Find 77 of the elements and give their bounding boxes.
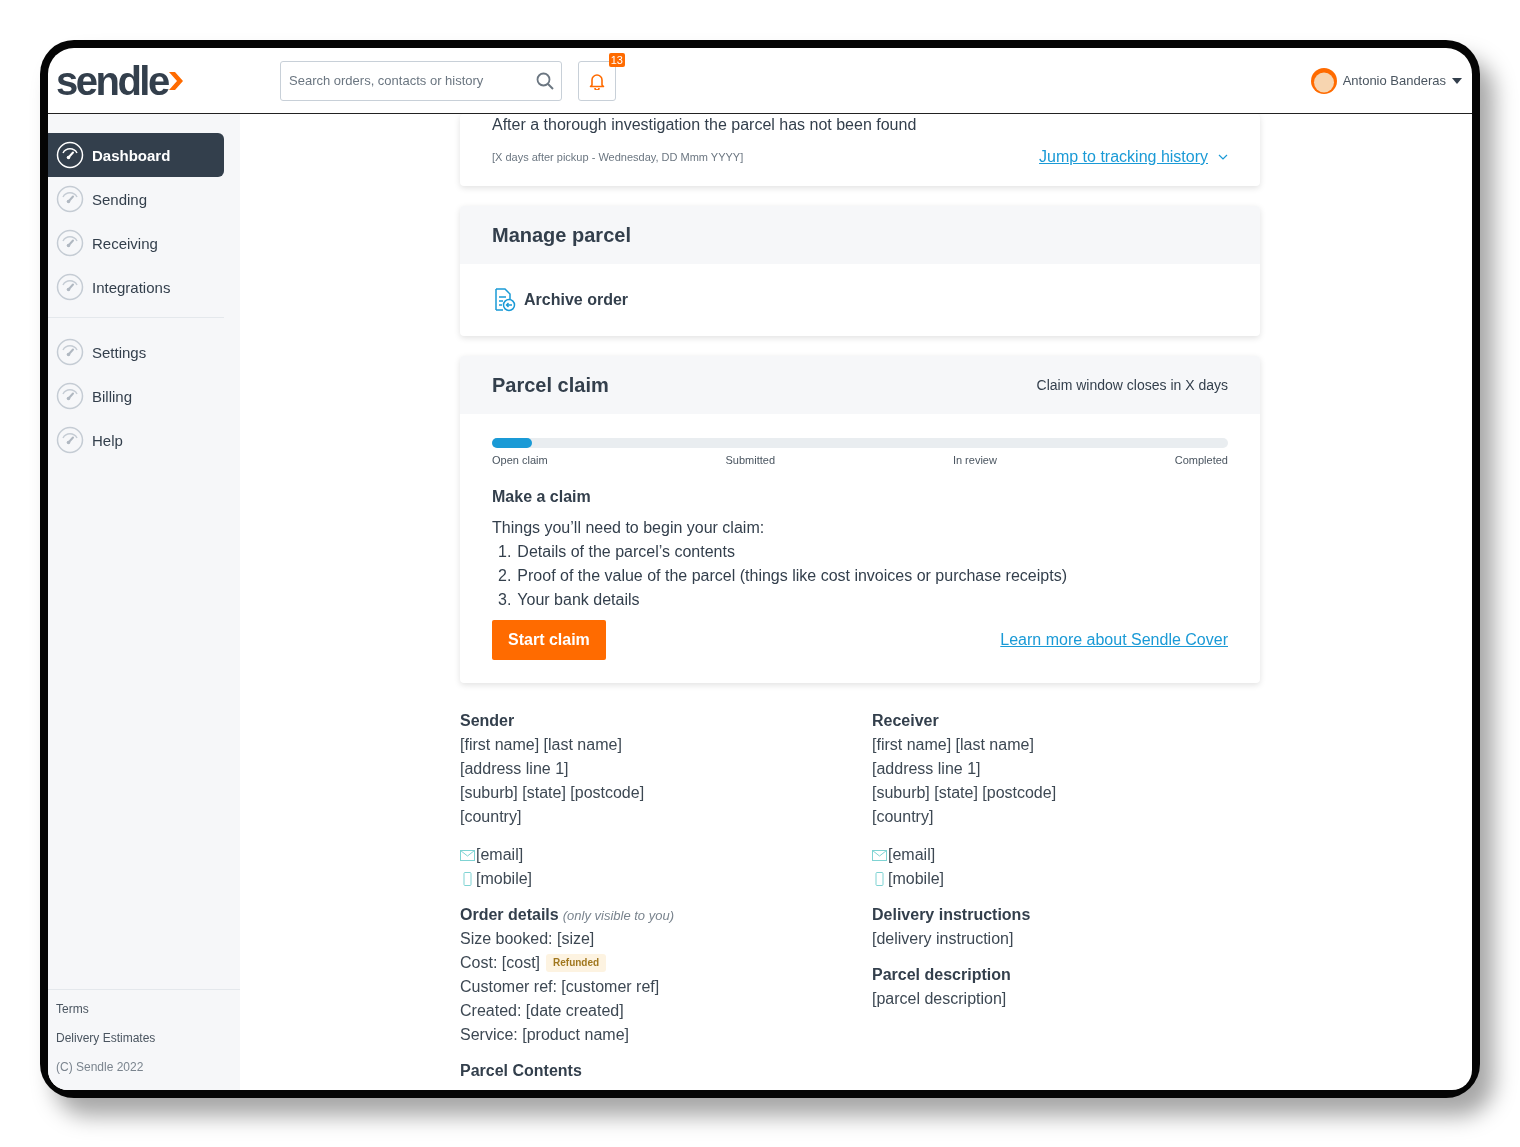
sidebar-item[interactable]: Receiving <box>48 221 224 265</box>
phone-icon <box>872 872 887 886</box>
sidebar-item[interactable]: Integrations <box>48 265 224 309</box>
detail-text: [parcel description] <box>872 989 1007 1009</box>
section-heading: Make a claim <box>492 488 592 506</box>
section-title: Receiver <box>872 711 939 731</box>
email-text: [email] <box>476 845 524 865</box>
section-title: Parcel Contents <box>460 1061 582 1081</box>
search-icon <box>536 71 554 90</box>
claim-window-text: Claim window closes in X days <box>1036 377 1228 393</box>
sidebar-item[interactable]: Dashboard <box>48 133 224 177</box>
section-title: Delivery instructions <box>872 905 1031 925</box>
step-label: In review <box>952 454 997 466</box>
detail-text: Customer ref: [customer ref] <box>460 977 660 997</box>
detail-text: [first name] [last name] <box>460 735 622 755</box>
gauge-icon <box>56 382 84 410</box>
list-item-text: Proof of the value of the parcel (things like cost invoices or purchase receipts) <box>517 566 1067 586</box>
card-title: Manage parcel <box>492 223 631 247</box>
list-item-text: Details of the parcel’s contents <box>517 542 735 562</box>
avatar-icon <box>1310 67 1337 94</box>
list-item-text: Your bank details <box>517 590 640 610</box>
detail-text: [address line 1] <box>872 759 981 779</box>
detail-text: [address line 1] <box>460 759 569 779</box>
gauge-icon <box>56 426 84 454</box>
detail-text: Cost: [cost] <box>460 953 541 973</box>
logo-text: sendle <box>56 60 168 101</box>
step-label: Open claim <box>492 454 548 466</box>
gauge-icon <box>56 229 84 257</box>
step-label: Submitted <box>725 454 776 466</box>
copyright-text: (C) Sendle 2022 <box>56 1060 145 1074</box>
footer-link[interactable]: Delivery Estimates <box>56 1031 240 1045</box>
search-field[interactable]: Search orders, contacts or history <box>280 60 562 101</box>
step-label: Completed <box>1174 454 1228 466</box>
detail-text: [delivery instruction] <box>872 929 1014 949</box>
document-arrow-icon <box>492 288 516 312</box>
mobile-text: [mobile] <box>888 869 945 889</box>
list-number: 1. <box>498 542 512 562</box>
footer-link[interactable]: Terms <box>56 1002 240 1016</box>
logo[interactable]: sendle <box>56 60 280 101</box>
sidebar-item[interactable]: Billing <box>48 374 224 418</box>
sidebar-item[interactable]: Sending <box>48 177 224 221</box>
envelope-icon <box>872 849 887 861</box>
detail-text: Service: [product name] <box>460 1025 629 1045</box>
gauge-icon <box>56 273 84 301</box>
list-number: 2. <box>498 566 512 586</box>
detail-text: Size booked: [size] <box>460 929 595 949</box>
detail-text: Created: [date created] <box>460 1001 624 1021</box>
email-text: [email] <box>888 845 936 865</box>
list-number: 3. <box>498 590 512 610</box>
section-title: Parcel description <box>872 965 1011 985</box>
notification-count: 13 <box>608 52 625 67</box>
envelope-icon <box>460 849 475 861</box>
detail-text: [country] <box>872 807 934 827</box>
card-title: Parcel claim <box>492 373 609 397</box>
status-badge: Refunded <box>546 954 607 972</box>
chevron-down-icon <box>1218 154 1228 160</box>
mobile-text: [mobile] <box>476 869 533 889</box>
bell-icon <box>589 71 605 90</box>
gauge-icon <box>56 338 84 366</box>
detail-text: [suburb] [state] [postcode] <box>460 783 645 803</box>
detail-text: [suburb] [state] [postcode] <box>872 783 1057 803</box>
caret-icon <box>1452 77 1462 84</box>
section-title: Sender <box>460 711 515 731</box>
intro-text: Things you’ll need to begin your claim: <box>492 518 766 538</box>
archive-order-button[interactable]: Archive order <box>492 288 629 312</box>
gauge-icon <box>56 185 84 213</box>
visibility-note: (only visible to you) <box>562 908 674 923</box>
status-text: After a thorough investigation the parcel has not been found <box>492 116 918 134</box>
date-text: [X days after pickup - Wednesday, DD Mmm YYYY] <box>492 151 744 163</box>
sidebar-item[interactable]: Help <box>48 418 224 462</box>
user-menu[interactable]: Antonio Banderas <box>1310 67 1462 94</box>
detail-text: [country] <box>460 807 522 827</box>
gauge-icon <box>56 141 84 169</box>
sidebar-item[interactable]: Settings <box>48 330 224 374</box>
phone-icon <box>460 872 475 886</box>
detail-text: [first name] [last name] <box>872 735 1034 755</box>
section-title: Order details <box>460 905 559 925</box>
